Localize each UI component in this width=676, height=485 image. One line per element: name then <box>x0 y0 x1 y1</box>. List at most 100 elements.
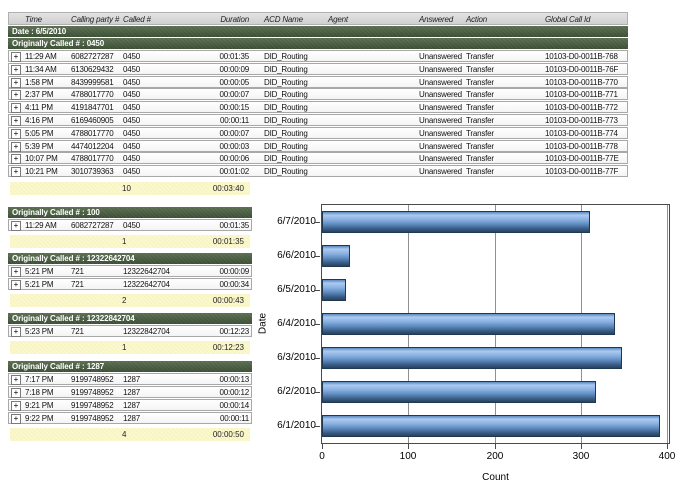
expand-icon[interactable]: + <box>11 280 21 290</box>
cell-global-call-id: 10103-D0-0011B-768 <box>545 52 625 61</box>
cell-acd-name: DID_Routing <box>264 154 324 163</box>
cell-action: Transfer <box>466 103 536 112</box>
chart-plot <box>321 204 670 444</box>
cell-acd-name: DID_Routing <box>264 167 324 176</box>
cell-calling-party: 9199748952 <box>71 401 123 410</box>
table-row: +5:21 PM7211232264270400:00:09 <box>8 265 252 277</box>
x-tick-label: 300 <box>559 451 603 462</box>
cell-action: Transfer <box>466 78 536 87</box>
date-banner: Date : 6/5/2010 <box>8 26 628 37</box>
cell-duration: 00:00:06 <box>177 154 249 163</box>
cell-time: 5:05 PM <box>25 129 71 138</box>
cell-called: 0450 <box>123 142 179 151</box>
cell-calling-party: 3010739363 <box>71 167 123 176</box>
cell-time: 4:11 PM <box>25 103 71 112</box>
expand-icon[interactable]: + <box>11 414 21 424</box>
cell-time: 10:07 PM <box>25 154 71 163</box>
cell-answered: Unanswered <box>419 167 464 176</box>
y-axis-tick <box>315 392 320 393</box>
summary-count: 10 <box>122 184 162 193</box>
expand-icon[interactable]: + <box>11 388 21 398</box>
cell-action: Transfer <box>466 142 536 151</box>
y-tick-label: 6/2/2010 <box>270 386 316 398</box>
cell-action: Transfer <box>466 65 536 74</box>
expand-icon[interactable]: + <box>11 167 21 177</box>
cell-called: 0450 <box>123 129 179 138</box>
summary-count: 4 <box>122 430 162 439</box>
table-row: +1:58 PM8439999581045000:00:05DID_Routin… <box>8 76 628 88</box>
cell-called: 0450 <box>123 116 179 125</box>
cell-called: 0450 <box>123 167 179 176</box>
cell-duration: 00:00:34 <box>177 280 249 289</box>
summary-duration: 00:00:50 <box>170 430 244 439</box>
cell-calling-party: 4191847701 <box>71 103 123 112</box>
col-header-global-call-id: Global Call Id <box>545 14 625 25</box>
cell-duration: 00:01:35 <box>177 221 249 230</box>
cell-global-call-id: 10103-D0-0011B-772 <box>545 103 625 112</box>
y-axis-tick <box>315 324 320 325</box>
expand-icon[interactable]: + <box>11 78 21 88</box>
table-row: +7:18 PM9199748952128700:00:12 <box>8 386 252 398</box>
cell-called: 0450 <box>123 154 179 163</box>
cell-answered: Unanswered <box>419 103 464 112</box>
cell-duration: 00:12:23 <box>177 327 249 336</box>
cell-called: 0450 <box>123 78 179 87</box>
cell-action: Transfer <box>466 116 536 125</box>
expand-icon[interactable]: + <box>11 116 21 126</box>
group-banner: Originally Called # : 100 <box>8 207 252 218</box>
expand-icon[interactable]: + <box>11 154 21 164</box>
group-banner: Originally Called # : 12322842704 <box>8 313 252 324</box>
x-tick-label: 100 <box>386 451 430 462</box>
expand-icon[interactable]: + <box>11 401 21 411</box>
expand-icon[interactable]: + <box>11 52 21 62</box>
cell-answered: Unanswered <box>419 142 464 151</box>
cell-time: 4:16 PM <box>25 116 71 125</box>
group-summary: 1000:03:40 <box>10 182 250 195</box>
cell-duration: 00:00:13 <box>177 375 249 384</box>
cell-global-call-id: 10103-D0-0011B-77E <box>545 154 625 163</box>
group-banner: Originally Called # : 1287 <box>8 361 252 372</box>
cell-time: 11:34 AM <box>25 65 71 74</box>
group-summary: 200:00:43 <box>10 294 250 307</box>
x-axis-tick <box>495 444 496 449</box>
expand-icon[interactable]: + <box>11 65 21 75</box>
cell-duration: 00:00:12 <box>177 388 249 397</box>
group-banner: Originally Called # : 12322642704 <box>8 253 252 264</box>
x-tick-label: 400 <box>645 451 676 462</box>
summary-duration: 00:01:35 <box>170 237 244 246</box>
expand-icon[interactable]: + <box>11 221 21 231</box>
table-header: TimeCalling party #Called #DurationACD N… <box>8 12 628 25</box>
cell-answered: Unanswered <box>419 90 464 99</box>
cell-called: 0450 <box>123 90 179 99</box>
expand-icon[interactable]: + <box>11 90 21 100</box>
bar <box>322 347 622 369</box>
cell-answered: Unanswered <box>419 52 464 61</box>
y-axis-tick <box>315 358 320 359</box>
cell-calling-party: 721 <box>71 267 123 276</box>
table-row: +4:16 PM6169460905045000:00:11DID_Routin… <box>8 114 628 126</box>
cell-time: 9:22 PM <box>25 414 71 423</box>
summary-duration: 00:00:43 <box>170 296 244 305</box>
expand-icon[interactable]: + <box>11 103 21 113</box>
cell-agent <box>328 154 408 163</box>
cell-duration: 00:01:35 <box>177 52 249 61</box>
expand-icon[interactable]: + <box>11 267 21 277</box>
y-axis-tick <box>315 426 320 427</box>
col-header-calling-party: Calling party # <box>71 14 123 25</box>
col-header-agent: Agent <box>328 14 408 25</box>
cell-calling-party: 9199748952 <box>71 414 123 423</box>
cell-answered: Unanswered <box>419 78 464 87</box>
cell-global-call-id: 10103-D0-0011B-773 <box>545 116 625 125</box>
expand-icon[interactable]: + <box>11 327 21 337</box>
table-row: +7:17 PM9199748952128700:00:13 <box>8 373 252 385</box>
expand-icon[interactable]: + <box>11 142 21 152</box>
cell-acd-name: DID_Routing <box>264 116 324 125</box>
y-tick-label: 6/3/2010 <box>270 352 316 364</box>
bar <box>322 211 590 233</box>
cell-action: Transfer <box>466 52 536 61</box>
col-header-action: Action <box>466 14 536 25</box>
expand-icon[interactable]: + <box>11 129 21 139</box>
summary-count: 1 <box>122 343 162 352</box>
col-header-acd-name: ACD Name <box>264 14 324 25</box>
expand-icon[interactable]: + <box>11 375 21 385</box>
